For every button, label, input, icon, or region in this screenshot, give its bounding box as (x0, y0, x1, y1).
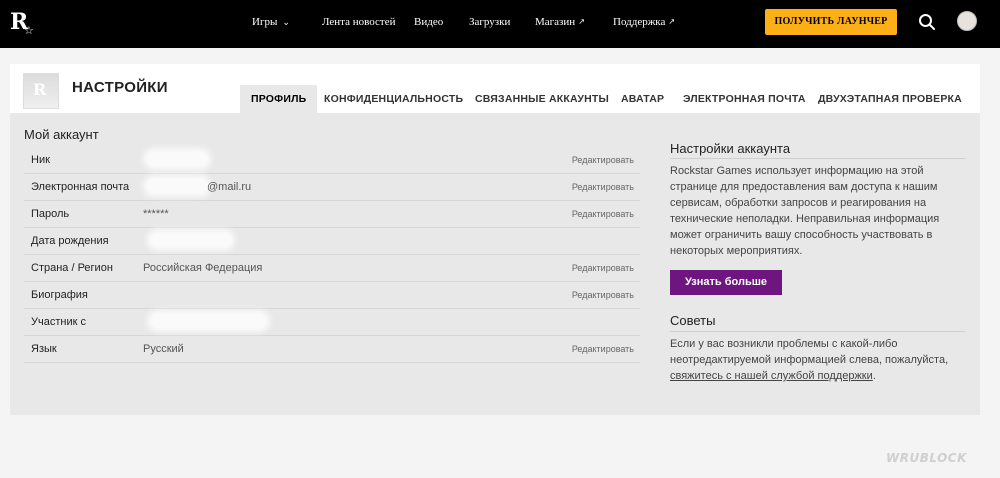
redacted-value (151, 233, 231, 247)
tips-title: Советы (670, 313, 716, 328)
settings-header: R НАСТРОЙКИ ПРОФИЛЬ КОНФИДЕНЦИАЛЬНОСТЬ С… (10, 64, 980, 113)
row-birthdate: Дата рождения (24, 228, 640, 255)
row-member-since: Участник с (24, 309, 640, 336)
nav-newswire[interactable]: Лента новостей (322, 14, 395, 30)
edit-link[interactable]: Редактировать (572, 290, 634, 300)
row-label: Пароль (31, 208, 70, 220)
rockstar-logo[interactable]: R ☆ (10, 9, 36, 37)
user-avatar[interactable] (957, 11, 977, 31)
row-language: Язык Русский Редактировать (24, 336, 640, 363)
row-label: Электронная почта (31, 181, 130, 193)
row-value: ****** (143, 208, 169, 220)
nav-videos-label: Видео (414, 16, 444, 28)
account-settings-text: Rockstar Games использует информацию на … (670, 165, 940, 257)
tips-text-end: . (872, 370, 876, 382)
edit-link[interactable]: Редактировать (572, 263, 634, 273)
edit-link[interactable]: Редактировать (572, 209, 634, 219)
divider (670, 331, 965, 332)
row-country: Страна / Регион Российская Федерация Ред… (24, 255, 640, 282)
nav-downloads-label: Загрузки (469, 16, 511, 28)
nav-downloads[interactable]: Загрузки (469, 14, 510, 30)
profile-panel: Мой аккаунт Ник Редактировать Электронна… (10, 113, 980, 415)
edit-link[interactable]: Редактировать (572, 155, 634, 165)
search-icon[interactable] (918, 13, 936, 31)
nav-games[interactable]: Игры ⌄ (252, 14, 290, 31)
tips-text: Если у вас возникли проблемы с какой-либ… (670, 336, 960, 384)
tips-text-body: Если у вас возникли проблемы с какой-либ… (670, 338, 949, 366)
row-label: Дата рождения (31, 235, 109, 247)
external-link-icon: ↗ (668, 17, 676, 26)
learn-more-button[interactable]: Узнать больше (670, 270, 782, 295)
row-label: Ник (31, 154, 50, 166)
nav-videos[interactable]: Видео (414, 14, 443, 30)
row-password: Пароль ****** Редактировать (24, 201, 640, 228)
top-navigation: R ☆ Игры ⌄ Лента новостей Видео Загрузки М… (0, 0, 1000, 48)
row-label: Язык (31, 343, 57, 355)
nav-store-label: Магазин (535, 16, 576, 28)
tab-email[interactable]: ЭЛЕКТРОННАЯ ПОЧТА (683, 85, 806, 113)
account-settings-title: Настройки аккаунта (670, 141, 791, 156)
tab-two-step[interactable]: ДВУХЭТАПНАЯ ПРОВЕРКА (818, 85, 962, 113)
nav-support-label: Поддержка (613, 16, 666, 28)
chevron-down-icon: ⌄ (282, 18, 290, 28)
nav-support[interactable]: Поддержка ↗ (613, 14, 675, 30)
row-email: Электронная почта @mail.ru Редактировать (24, 174, 640, 201)
row-value: Русский (143, 343, 184, 355)
nav-store[interactable]: Магазин ↗ (535, 14, 585, 30)
redacted-value (147, 152, 207, 166)
page-title: НАСТРОЙКИ (72, 79, 168, 96)
row-value: Российская Федерация (143, 262, 263, 274)
tab-avatar[interactable]: АВАТАР (621, 85, 664, 113)
row-value: @mail.ru (207, 181, 252, 193)
divider (670, 158, 965, 159)
my-account-title: Мой аккаунт (24, 127, 99, 142)
tab-profile[interactable]: ПРОФИЛЬ (240, 85, 318, 113)
external-link-icon: ↗ (578, 17, 585, 26)
edit-link[interactable]: Редактировать (572, 182, 634, 192)
get-launcher-button[interactable]: ПОЛУЧИТЬ ЛАУНЧЕР (765, 9, 897, 35)
profile-logo-icon: R (23, 73, 59, 109)
nav-games-label: Игры (252, 16, 278, 28)
tab-privacy[interactable]: КОНФИДЕНЦИАЛЬНОСТЬ (324, 85, 463, 113)
contact-support-link[interactable]: свяжитесь с нашей службой поддержки (670, 370, 873, 382)
row-biography: Биография Редактировать (24, 282, 640, 309)
row-label: Страна / Регион (31, 262, 113, 274)
row-label: Участник с (31, 316, 86, 328)
redacted-value (147, 179, 207, 193)
nav-newswire-label: Лента новостей (322, 16, 396, 28)
star-icon: ☆ (24, 24, 34, 37)
watermark-logo: WRUBLOCK (886, 451, 967, 465)
row-nickname: Ник Редактировать (24, 147, 640, 174)
tab-linked-accounts[interactable]: СВЯЗАННЫЕ АККАУНТЫ (475, 85, 609, 113)
redacted-value (151, 314, 266, 328)
row-label: Биография (31, 289, 88, 301)
edit-link[interactable]: Редактировать (572, 344, 634, 354)
